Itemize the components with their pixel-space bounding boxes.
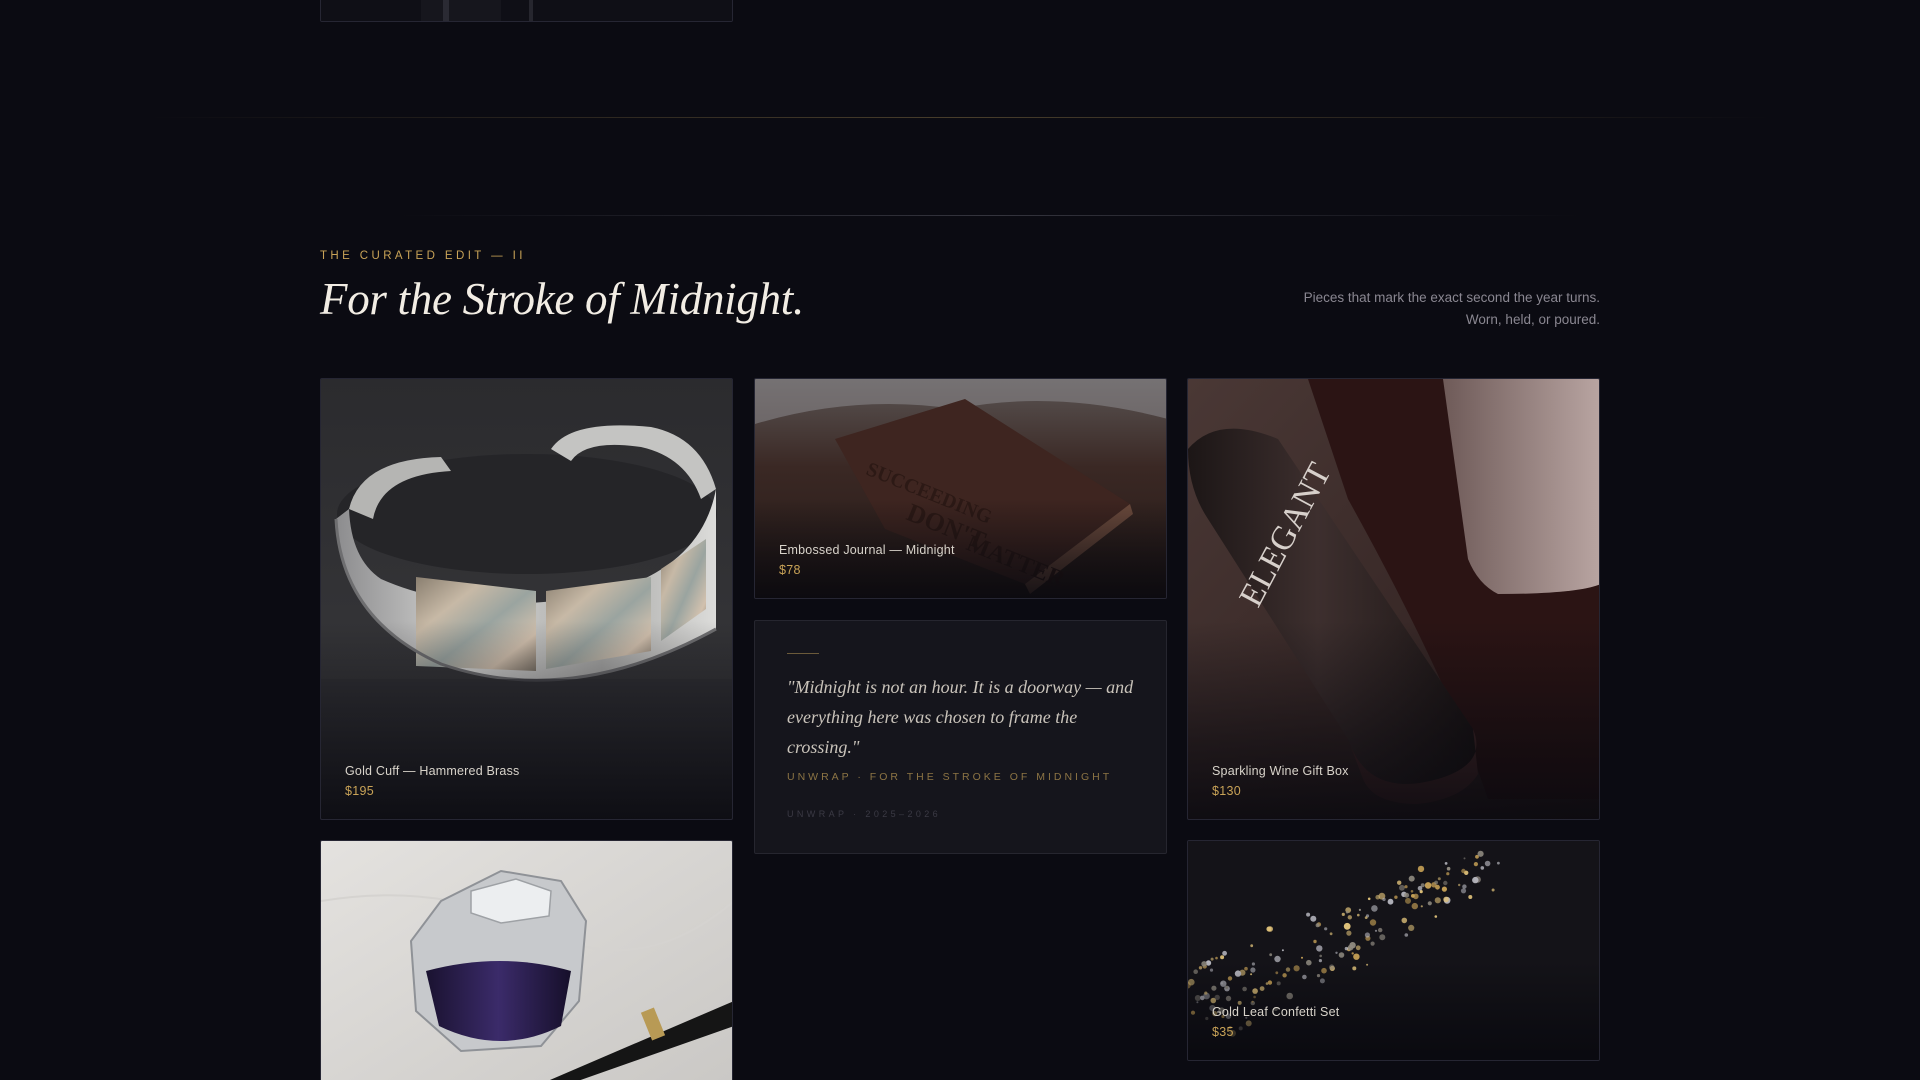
quote-footer: UNWRAP · 2025–2026 [787,809,942,819]
intro-line-2: Worn, held, or poured. [1465,312,1600,327]
product-price: $78 [779,563,801,577]
product-image [321,0,732,21]
intro-line-1: Pieces that mark the exact second the ye… [1303,290,1600,305]
product-name: Sparkling Wine Gift Box [1212,764,1349,778]
product-name: Gold Cuff — Hammered Brass [345,764,520,778]
product-caption: Embossed Journal — Midnight $78 [779,543,955,577]
product-card-inkwell[interactable] [320,840,733,1080]
quote-text: "Midnight is not an hour. It is a doorwa… [787,677,1134,757]
inkwell-image [321,841,732,1080]
product-price: $35 [1212,1025,1234,1039]
product-card-sparkling-wine[interactable]: ELEGANT Sparkling Wine Gift Box $130 [1187,378,1600,820]
product-caption: Gold Cuff — Hammered Brass $195 [345,764,519,798]
quote-rule [787,653,819,654]
section-eyebrow: THE CURATED EDIT — II [320,250,526,262]
page: THE CURATED EDIT — II For the Stroke of … [0,0,1920,1080]
previous-product-card[interactable] [320,0,733,22]
quote-tag: UNWRAP · FOR THE STROKE OF MIDNIGHT [787,771,1113,783]
product-card-journal[interactable]: SUCCEEDING DON'T MATTER Embossed Journal… [754,378,1167,599]
product-name: Embossed Journal — Midnight [779,543,955,557]
product-price: $195 [345,784,375,798]
editorial-quote-card: "Midnight is not an hour. It is a doorwa… [754,620,1167,854]
product-price: $130 [1212,784,1242,798]
section-divider [150,117,1770,118]
product-caption: Gold Leaf Confetti Set $35 [1212,1005,1339,1039]
product-card-gold-cuff[interactable]: Gold Cuff — Hammered Brass $195 [320,378,733,820]
section-intro: Pieces that mark the exact second the ye… [1304,287,1600,331]
section-title: For the Stroke of Midnight. [320,274,804,324]
product-card-confetti[interactable]: Gold Leaf Confetti Set $35 [1187,840,1600,1061]
product-caption: Sparkling Wine Gift Box $130 [1212,764,1349,798]
product-name: Gold Leaf Confetti Set [1212,1005,1340,1019]
header-rule [400,215,1580,216]
